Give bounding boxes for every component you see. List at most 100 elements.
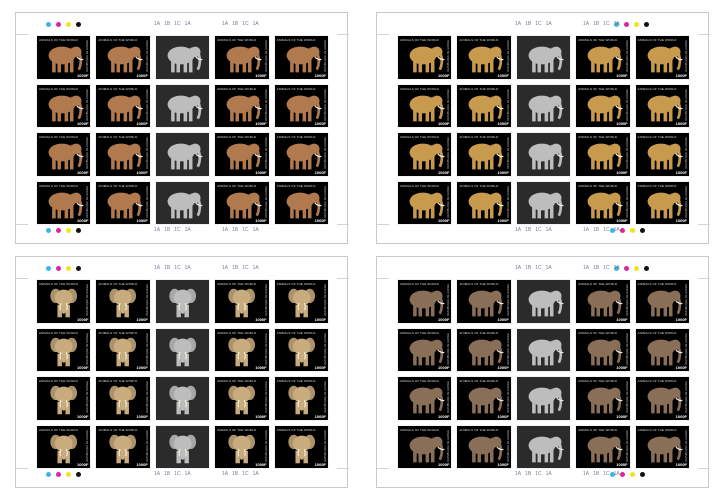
stamp: ANIMALS OF THE WORLD REPUBLIQUE DE GUINEE… bbox=[36, 83, 92, 128]
plate-number: 1B bbox=[232, 265, 239, 271]
plate-number: 1A bbox=[154, 265, 161, 271]
stamp: ANIMALS OF THE WORLD REPUBLIQUE DE GUINEE… bbox=[214, 376, 270, 421]
stamp-country-text: REPUBLIQUE DE GUINEE bbox=[685, 88, 688, 121]
stamp: ANIMALS OF THE WORLD REPUBLIQUE DE GUINEE… bbox=[397, 376, 453, 421]
stamp-value: 1000F bbox=[136, 218, 148, 223]
plate-number: 1A bbox=[583, 21, 590, 27]
registration-dot bbox=[56, 228, 61, 233]
stamp-value: 1000F bbox=[675, 365, 687, 370]
registration-dot bbox=[630, 472, 635, 477]
registration-dot bbox=[640, 228, 645, 233]
stamp: ANIMALS OF THE WORLD REPUBLIQUE DE GUINEE… bbox=[456, 35, 512, 80]
elephant-illustration bbox=[169, 288, 196, 318]
stamp-country-text: REPUBLIQUE DE GUINEE bbox=[447, 185, 451, 218]
stamp-country-text: REPUBLIQUE DE GUINEE bbox=[145, 88, 149, 121]
stamp-series-text: ANIMALS OF THE WORLD bbox=[98, 427, 138, 432]
plate-number: 1C bbox=[174, 21, 181, 27]
elephant-illustration bbox=[167, 143, 203, 170]
stamp-country-text: REPUBLIQUE DE GUINEE bbox=[264, 284, 268, 316]
stamp-country-text: REPUBLIQUE DE GUINEE bbox=[324, 185, 327, 218]
stamp: ANIMALS OF THE WORLD REPUBLIQUE DE GUINEE… bbox=[273, 279, 329, 324]
stamp-country-text: REPUBLIQUE DE GUINEE bbox=[685, 284, 688, 316]
stamp-series-text: ANIMALS OF THE WORLD bbox=[578, 427, 618, 432]
stamp: ANIMALS OF THE WORLD REPUBLIQUE DE GUINEE… bbox=[634, 327, 690, 372]
stamp: ANIMALS OF THE WORLD REPUBLIQUE DE GUINEE… bbox=[634, 279, 690, 324]
stamp-value: 1000F bbox=[314, 121, 326, 126]
stamp-series-text: ANIMALS OF THE WORLD bbox=[578, 282, 618, 286]
stamp-country-text: REPUBLIQUE DE GUINEE bbox=[145, 284, 149, 316]
stamp: ANIMALS OF THE WORLD REPUBLIQUE DE GUINEE… bbox=[397, 35, 453, 80]
crop-mark bbox=[337, 468, 349, 469]
elephant-illustration bbox=[169, 337, 196, 366]
registration-dot bbox=[630, 228, 635, 233]
stamp-series-text: ANIMALS OF THE WORLD bbox=[637, 135, 677, 139]
stamp-value: 1000F bbox=[255, 365, 267, 370]
stamp-series-text: ANIMALS OF THE WORLD bbox=[578, 86, 618, 91]
crop-mark bbox=[698, 468, 710, 469]
stamp-country-text: REPUBLIQUE DE GUINEE bbox=[86, 332, 90, 365]
stamp-series-text: ANIMALS OF THE WORLD bbox=[400, 86, 439, 91]
stamp-series-text: ANIMALS OF THE WORLD bbox=[39, 427, 78, 432]
stamp-value: 1000F bbox=[616, 413, 628, 419]
stamp-country-text: REPUBLIQUE DE GUINEE bbox=[264, 332, 268, 365]
crop-mark bbox=[698, 34, 710, 35]
stamp-country-text: REPUBLIQUE DE GUINEE bbox=[264, 88, 268, 121]
registration-dot bbox=[46, 22, 51, 27]
plate-number: 1A bbox=[154, 21, 161, 27]
stamp: ANIMALS OF THE WORLD REPUBLIQUE DE GUINEE… bbox=[634, 83, 690, 128]
stamp-country-text: REPUBLIQUE DE GUINEE bbox=[506, 137, 510, 169]
stamp: ANIMALS OF THE WORLD REPUBLIQUE DE GUINEE… bbox=[36, 132, 92, 177]
stamp-value: 1000F bbox=[497, 316, 509, 322]
stamp-country-text: REPUBLIQUE DE GUINEE bbox=[506, 381, 510, 413]
stamp-series-text: ANIMALS OF THE WORLD bbox=[276, 379, 316, 383]
stamp-value: 1000F bbox=[136, 72, 148, 78]
plate-number: 1B bbox=[593, 265, 600, 271]
plate-number: 1A bbox=[545, 227, 552, 233]
stamp-country-text: REPUBLIQUE DE GUINEE bbox=[625, 381, 629, 413]
plate-numbers: 1A 1B 1C 1A bbox=[583, 227, 620, 233]
plate-numbers: 1A 1B 1C 1A bbox=[583, 471, 620, 477]
plate-numbers: 1A 1B 1C 1A bbox=[515, 265, 552, 271]
stamp-series-text: ANIMALS OF THE WORLD bbox=[39, 183, 78, 188]
registration-dot bbox=[634, 266, 639, 271]
crop-mark bbox=[16, 278, 28, 279]
stamp: ANIMALS OF THE WORLD REPUBLIQUE DE GUINEE… bbox=[36, 279, 92, 324]
elephant-illustration bbox=[169, 434, 196, 463]
stamp-country-text: REPUBLIQUE DE GUINEE bbox=[625, 332, 629, 365]
stamp-country-text: REPUBLIQUE DE GUINEE bbox=[264, 185, 268, 218]
stamp: ANIMALS OF THE WORLD REPUBLIQUE DE GUINEE… bbox=[456, 132, 512, 177]
stamp: ANIMALS OF THE WORLD REPUBLIQUE DE GUINEE… bbox=[397, 83, 453, 128]
color-registration-dots bbox=[46, 472, 81, 477]
plate-number: 1C bbox=[242, 471, 249, 477]
stamp-grid: ANIMALS OF THE WORLD REPUBLIQUE DE GUINEE… bbox=[36, 35, 329, 225]
stamp: ANIMALS OF THE WORLD REPUBLIQUE DE GUINEE… bbox=[397, 424, 453, 469]
top-margin: 1A 1B 1C 1A 1A 1B 1C 1A bbox=[377, 19, 708, 33]
stamp-series-text: ANIMALS OF THE WORLD bbox=[400, 379, 439, 383]
stamp-value: 1000F bbox=[77, 316, 89, 322]
stamp-series-text: ANIMALS OF THE WORLD bbox=[637, 86, 677, 91]
stamp-series-text: ANIMALS OF THE WORLD bbox=[637, 38, 677, 42]
stamp: ANIMALS OF THE WORLD REPUBLIQUE DE GUINEE… bbox=[214, 83, 270, 128]
stamp: ANIMALS OF THE WORLD REPUBLIQUE DE GUINEE… bbox=[36, 327, 92, 372]
stamp: ANIMALS OF THE WORLD REPUBLIQUE DE GUINEE… bbox=[214, 424, 270, 469]
stamp-country-text: REPUBLIQUE DE GUINEE bbox=[625, 88, 629, 121]
stamp-value: 1000F bbox=[438, 169, 450, 175]
stamp-value: 1000F bbox=[438, 462, 450, 467]
stamp-series-text: ANIMALS OF THE WORLD bbox=[459, 282, 499, 286]
stamp-value: 1000F bbox=[314, 462, 326, 467]
stamp-value: 1000F bbox=[497, 169, 509, 175]
stamp: ANIMALS OF THE WORLD REPUBLIQUE DE GUINEE… bbox=[456, 327, 512, 372]
plate-number: 1A bbox=[184, 471, 191, 477]
registration-dot bbox=[46, 266, 51, 271]
plate-number: 1C bbox=[242, 227, 249, 233]
stamp-center-grey bbox=[515, 376, 572, 421]
plate-number: 1A bbox=[222, 21, 229, 27]
stamp-country-text: REPUBLIQUE DE GUINEE bbox=[625, 185, 629, 218]
stamp-value: 1000F bbox=[314, 218, 326, 223]
plate-number: 1A bbox=[545, 471, 552, 477]
stamp-country-text: REPUBLIQUE DE GUINEE bbox=[324, 429, 327, 462]
stamp-country-text: REPUBLIQUE DE GUINEE bbox=[625, 137, 629, 169]
stamp-series-text: ANIMALS OF THE WORLD bbox=[459, 38, 499, 42]
stamp: ANIMALS OF THE WORLD REPUBLIQUE DE GUINEE… bbox=[273, 424, 329, 469]
elephant-illustration bbox=[528, 143, 564, 170]
